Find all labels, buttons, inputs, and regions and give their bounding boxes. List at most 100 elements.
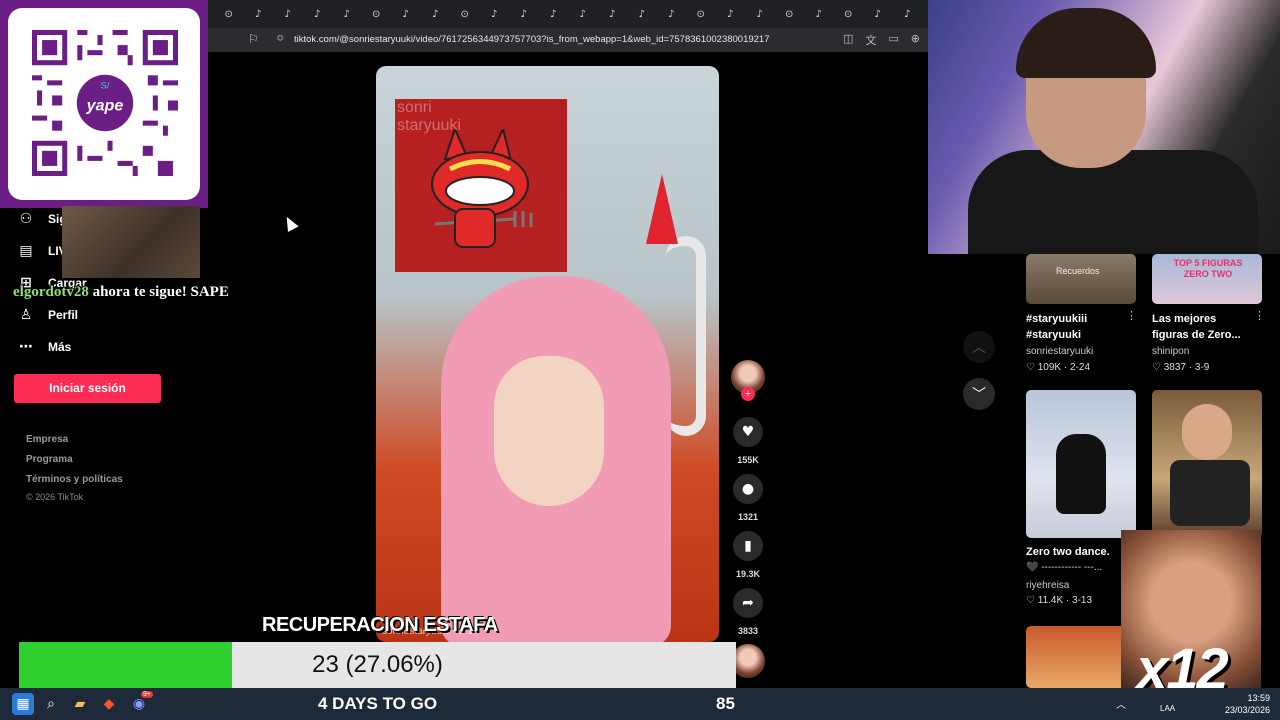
figure-shape — [1056, 434, 1106, 514]
tiktok-icon[interactable]: ♪ — [598, 0, 628, 28]
follow-alert: elgordotv28 ahora te sigue! SAPE — [13, 284, 229, 301]
zoom-icon[interactable]: ⊕ — [911, 32, 920, 48]
yape-currency: S/ — [100, 80, 109, 91]
goal-title: RECUPERACION ESTAFA — [262, 614, 498, 636]
login-button[interactable]: Iniciar sesión — [14, 374, 161, 403]
tiktok-icon[interactable]: ♪ — [716, 0, 746, 28]
file-explorer-icon[interactable]: ▰ — [69, 693, 91, 715]
web-icon[interactable]: ⊙ — [834, 0, 864, 28]
card-user[interactable]: sonriestaryuuki — [1026, 346, 1093, 357]
reader-icon[interactable]: ◫ — [843, 32, 853, 48]
share-icon[interactable]: ➦ — [733, 588, 763, 618]
card-likes: 109K — [1037, 362, 1062, 373]
music-avatar[interactable] — [731, 644, 765, 678]
card-stats: ♡ 11.4K · 3-13 — [1026, 595, 1093, 606]
card-likes: 3837 — [1163, 362, 1186, 373]
goal-progress-label: 23 (27.06%) — [312, 651, 443, 678]
tiktok-icon[interactable]: ♪ — [568, 0, 598, 28]
chevron-up-icon[interactable]: ︿ — [963, 331, 995, 363]
card-likes: 11.4K — [1037, 595, 1064, 606]
video-thumbnail[interactable] — [1026, 626, 1136, 688]
clock[interactable]: 13:59 23/03/2026 — [1225, 692, 1270, 716]
tiktok-icon[interactable]: ♪ — [391, 0, 421, 28]
chevron-down-icon[interactable]: ﹀ — [963, 378, 995, 410]
card-user[interactable]: riyehreisa — [1026, 580, 1069, 591]
cast-icon[interactable]: ▭ — [888, 32, 898, 48]
small-webcam-overlay — [62, 206, 200, 278]
qr-card: yape S/ — [8, 8, 200, 200]
yape-qr-panel: yape S/ — [0, 0, 208, 208]
tiktok-icon[interactable]: ♪ — [244, 0, 274, 28]
tiktok-icon[interactable]: ♪ — [480, 0, 510, 28]
footer-link-company[interactable]: Empresa — [26, 434, 123, 454]
nav-item-live[interactable]: ▤ LIV — [18, 243, 66, 259]
language-indicator[interactable]: LAA — [1160, 704, 1175, 713]
nav-item-more[interactable]: ⋯ Más — [18, 339, 71, 355]
card-user[interactable]: shinipon — [1152, 346, 1189, 357]
brave-browser-icon[interactable]: ◆ — [98, 693, 120, 715]
card-stats: ♡ 109K · 2-24 — [1026, 362, 1091, 373]
tiktok-icon[interactable]: ♪ — [273, 0, 303, 28]
follower-name: elgordotv28 — [13, 284, 89, 300]
video-player[interactable]: sonri staryuuki sonriestaryuuki · 3-14 — [376, 66, 719, 642]
more-options-icon[interactable]: ⋮ — [1126, 309, 1137, 322]
tiktok-icon[interactable]: ♪ — [303, 0, 333, 28]
bookmark-icon[interactable]: ⚐ — [248, 32, 259, 46]
web-icon[interactable]: ⊙ — [362, 0, 392, 28]
tray-chevron-icon[interactable]: ︿ — [1116, 696, 1126, 711]
url-text[interactable]: tiktok.com/@sonriestaryuuki/video/761725… — [294, 34, 770, 45]
horn-shape — [646, 174, 678, 244]
address-tools: ◫ 文 ▭ ⊕ — [843, 32, 920, 48]
card-title[interactable]: #staryuukiii #staryuuki — [1026, 311, 1126, 343]
video-thumbnail[interactable] — [1026, 390, 1136, 538]
card-title[interactable]: Zero two dance. — [1026, 544, 1126, 560]
like-count: 155K — [737, 455, 759, 465]
follow-plus-icon[interactable]: + — [741, 387, 755, 401]
tiktok-icon[interactable]: ♪ — [804, 0, 834, 28]
more-options-icon[interactable]: ⋮ — [1254, 309, 1265, 322]
address-bar[interactable]: ⚐ ≎ tiktok.com/@sonriestaryuuki/video/76… — [208, 28, 928, 52]
tiktok-icon[interactable]: ♪ — [421, 0, 451, 28]
tiktok-icon[interactable]: ♪ — [863, 0, 893, 28]
web-icon[interactable]: ⊙ — [775, 0, 805, 28]
windows-start-icon[interactable]: ▦ — [12, 693, 34, 715]
search-icon[interactable]: ⌕ — [40, 693, 62, 715]
tiktok-icon[interactable]: ♪ — [539, 0, 569, 28]
days-left-label: 4 DAYS TO GO — [318, 694, 438, 713]
browser-tab-bar: ⊙ ♪ ♪ ♪ ♪ ⊙ ♪ ♪ ⊙ ♪ ♪ ♪ ♪ ♪ ♪ ♪ ⊙ ♪ ♪ ⊙ ♪ ⊙ ♪ ♪ — [208, 0, 928, 28]
footer-link-terms[interactable]: Términos y políticas — [26, 474, 123, 494]
web-icon[interactable]: ⊙ — [686, 0, 716, 28]
web-icon[interactable]: ⊙ — [450, 0, 480, 28]
web-icon[interactable]: ⊙ — [214, 0, 244, 28]
share-count: 3833 — [737, 626, 759, 636]
qr-code: yape S/ — [32, 30, 178, 176]
card-title[interactable]: Las mejores figuras de Zero... — [1152, 311, 1252, 343]
site-settings-icon[interactable]: ≎ — [276, 33, 284, 44]
video-thumbnail[interactable]: TOP 5 FIGURAS ZERO TWO — [1152, 254, 1262, 304]
like-icon[interactable]: ♥ — [733, 417, 763, 447]
nav-item-following[interactable]: ⚇ Sig — [18, 211, 67, 227]
translate-icon[interactable]: 文 — [865, 32, 876, 48]
video-thumbnail[interactable] — [1152, 390, 1262, 538]
profile-icon: ♙ — [19, 307, 33, 323]
tiktok-icon[interactable]: ♪ — [657, 0, 687, 28]
tiktok-icon[interactable]: ♪ — [509, 0, 539, 28]
streamer-body — [968, 150, 1258, 254]
video-thumbnail[interactable]: Recuerdos — [1026, 254, 1136, 304]
sticker-watermark: sonri staryuuki — [397, 99, 462, 134]
clock-time: 13:59 — [1247, 693, 1270, 703]
nav-item-profile[interactable]: ♙ Perfil — [18, 307, 78, 323]
tiktok-icon[interactable]: ♪ — [332, 0, 362, 28]
card-subtitle: 🖤 ------------ ---... — [1026, 562, 1103, 573]
bookmark-icon[interactable]: ▮ — [733, 531, 763, 561]
tiktok-icon[interactable]: ♪ — [745, 0, 775, 28]
headphone-shape — [666, 236, 706, 436]
footer-link-program[interactable]: Programa — [26, 454, 123, 474]
more-icon: ⋯ — [19, 339, 33, 355]
tiktok-icon[interactable]: ♪ — [893, 0, 923, 28]
save-count: 19.3K — [735, 569, 761, 579]
comment-icon[interactable]: ● — [733, 474, 763, 504]
tiktok-icon[interactable]: ♪ — [627, 0, 657, 28]
nav-label: Más — [48, 340, 72, 354]
clock-date: 23/03/2026 — [1224, 705, 1270, 715]
